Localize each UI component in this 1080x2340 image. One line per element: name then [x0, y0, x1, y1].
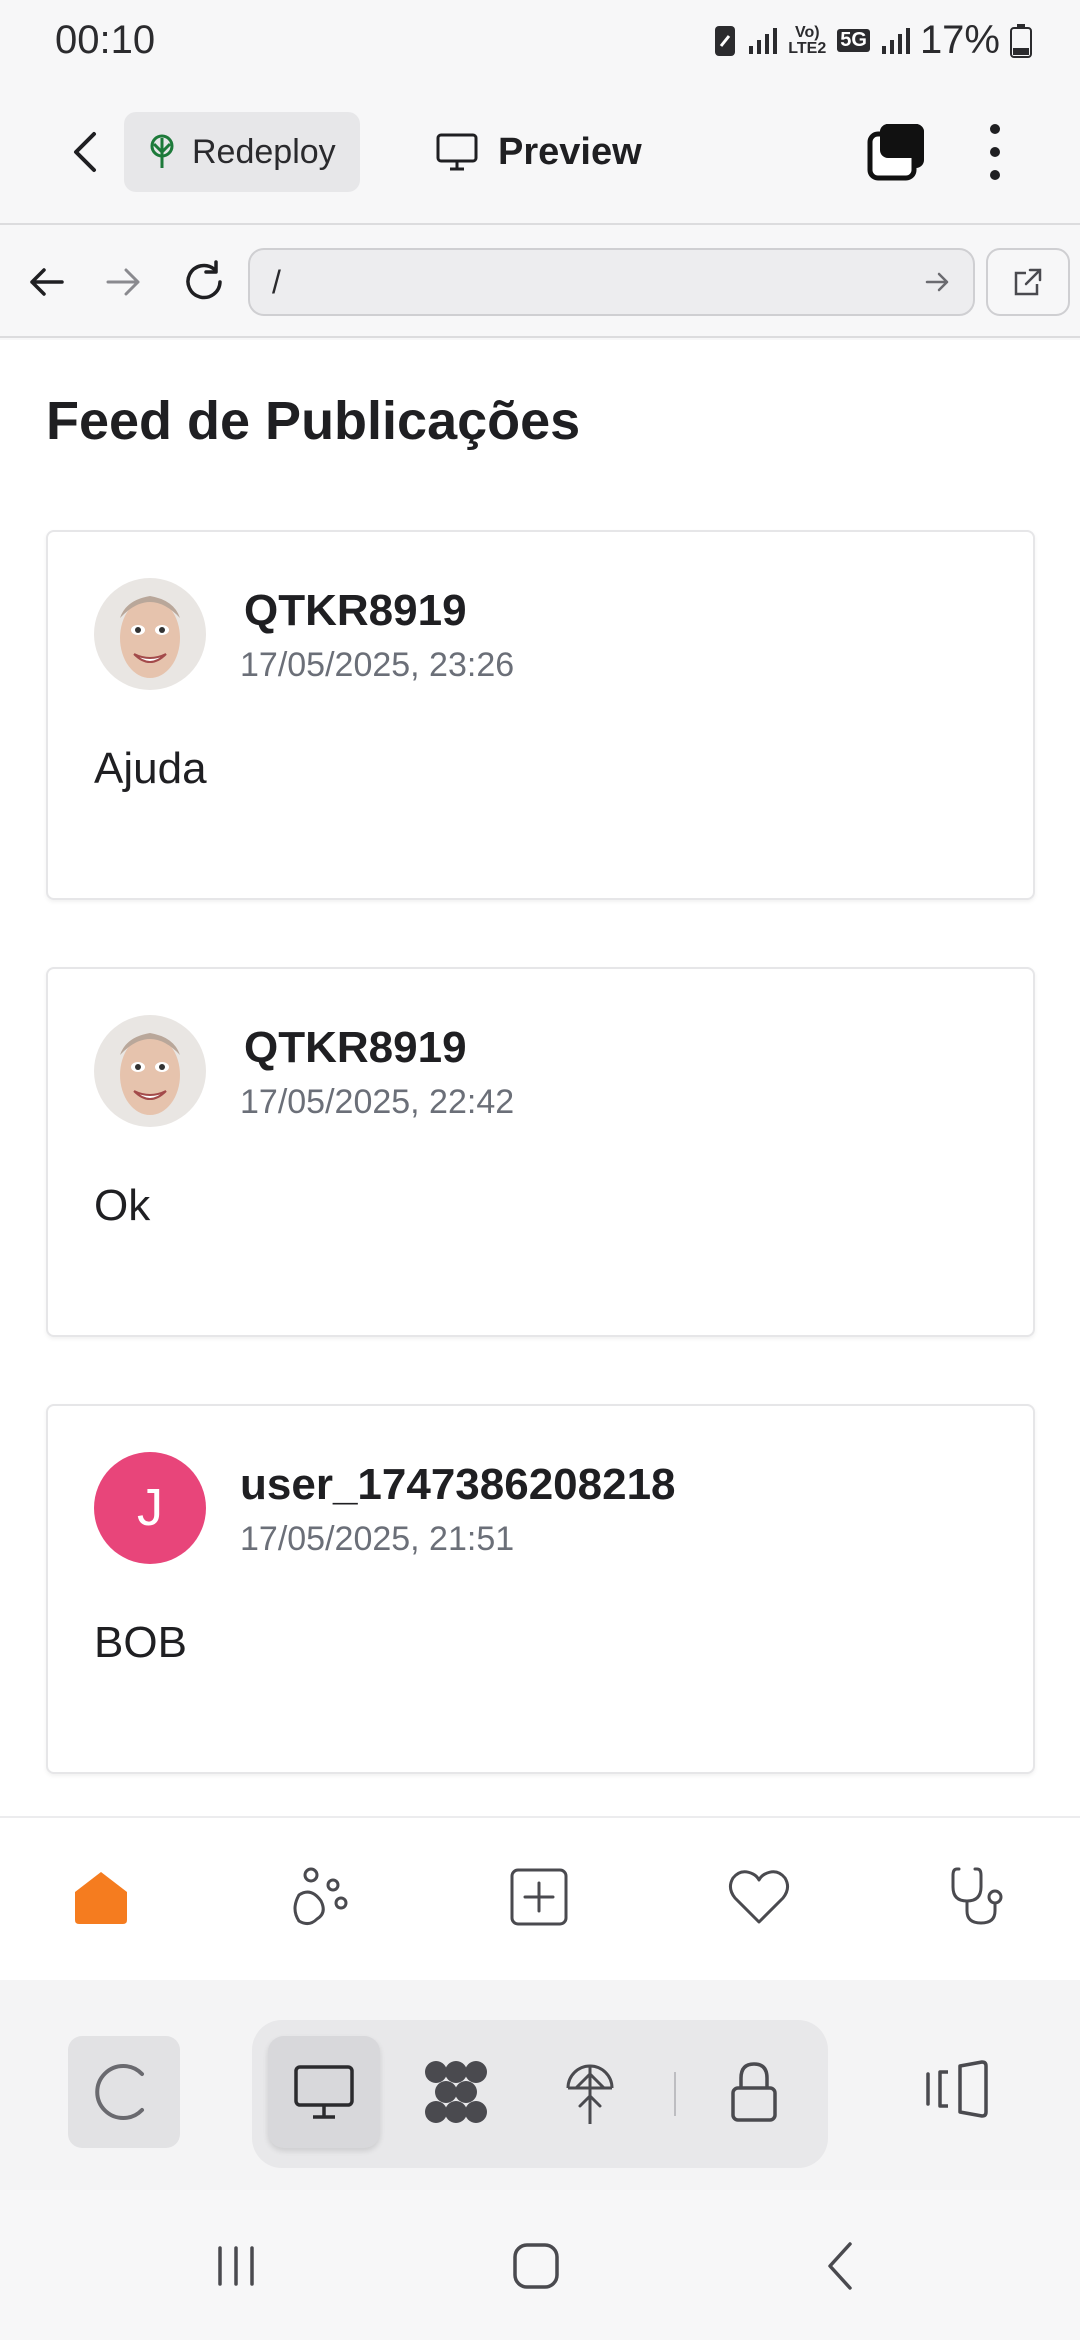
refresh-button[interactable] — [68, 2036, 180, 2148]
user-photo-icon — [94, 578, 206, 690]
browser-bar: / — [0, 226, 1080, 338]
kebab-dot — [990, 124, 1000, 134]
recent-apps-button[interactable] — [196, 2226, 276, 2306]
secrets-button[interactable] — [712, 2050, 796, 2134]
tabs-switcher-button[interactable] — [866, 120, 930, 184]
avatar[interactable]: J — [94, 1452, 206, 1564]
add-post-icon — [510, 1868, 568, 1926]
signal-icon — [749, 27, 778, 54]
kebab-dot — [990, 147, 1000, 157]
redeploy-button[interactable]: Redeploy — [124, 112, 360, 192]
preview-label: Preview — [498, 130, 642, 173]
arrow-right-icon — [106, 268, 140, 296]
external-link-icon — [1014, 268, 1042, 296]
battery-percent: 17% — [919, 18, 1000, 62]
post-username[interactable]: user_1747386208218 — [240, 1460, 676, 1510]
stethoscope-icon — [951, 1867, 1003, 1925]
avatar[interactable] — [94, 578, 206, 690]
deploy-button[interactable] — [548, 2050, 632, 2134]
deploy-tree-icon — [150, 134, 174, 168]
reload-icon — [186, 260, 222, 300]
nav-health[interactable] — [944, 1862, 1014, 1932]
system-back-button[interactable] — [800, 2226, 880, 2306]
tabs-icon — [867, 124, 924, 181]
nav-pets[interactable] — [284, 1862, 354, 1932]
status-bar: 00:10 Vo) LTE2 5G 17% — [0, 0, 1080, 90]
post-body: Ajuda — [94, 744, 207, 793]
home-icon — [75, 1872, 127, 1924]
post-timestamp: 17/05/2025, 23:26 — [240, 646, 515, 684]
toolbar-divider — [674, 2072, 676, 2116]
post-card[interactable]: J user_1747386208218 17/05/2025, 21:51 B… — [46, 1404, 1035, 1774]
home-square-icon — [513, 2243, 559, 2289]
network-label: Vo) LTE2 — [788, 23, 827, 57]
url-text: / — [272, 263, 281, 300]
split-panel-icon — [926, 2060, 988, 2118]
post-card[interactable]: QTKR8919 17/05/2025, 22:42 Ok — [46, 967, 1035, 1337]
system-nav-bar — [0, 2190, 1080, 2340]
nav-favorites[interactable] — [724, 1862, 794, 1932]
preview-tab[interactable]: Preview — [436, 112, 642, 192]
browser-back-button[interactable] — [18, 254, 74, 310]
status-indicators: Vo) LTE2 5G 17% — [713, 18, 1032, 63]
deploy-tree-icon — [566, 2064, 614, 2124]
user-photo-icon — [94, 1015, 206, 1127]
app-bar: Redeploy Preview — [0, 90, 1080, 225]
nav-home[interactable] — [66, 1862, 136, 1932]
post-timestamp: 17/05/2025, 21:51 — [240, 1520, 515, 1558]
bottom-nav — [0, 1816, 1080, 1980]
post-body: BOB — [94, 1618, 187, 1667]
back-chevron-icon — [828, 2242, 852, 2290]
arrow-left-icon — [30, 268, 64, 296]
preview-mode-button[interactable] — [268, 2036, 380, 2148]
view-mode-group — [252, 2020, 828, 2168]
post-username[interactable]: QTKR8919 — [244, 586, 467, 636]
post-timestamp: 17/05/2025, 22:42 — [240, 1083, 515, 1121]
data-saver-icon — [715, 25, 736, 56]
avatar[interactable] — [94, 1015, 206, 1127]
lock-icon — [731, 2062, 777, 2122]
loading-spinner-icon — [95, 2064, 144, 2120]
browser-forward-button[interactable] — [96, 254, 152, 310]
workflow-icon — [425, 2061, 487, 2123]
redeploy-label: Redeploy — [192, 132, 336, 171]
post-username[interactable]: QTKR8919 — [244, 1023, 467, 1073]
monitor-icon — [294, 2065, 354, 2119]
browser-reload-button[interactable] — [176, 254, 232, 310]
workflow-button[interactable] — [414, 2050, 498, 2134]
workspace-toolbar — [0, 1980, 1080, 2195]
more-options-button[interactable] — [975, 120, 1015, 184]
paw-icon — [293, 1867, 348, 1926]
post-body: Ok — [94, 1181, 151, 1230]
open-external-button[interactable] — [986, 248, 1070, 316]
nav-add-post[interactable] — [504, 1862, 574, 1932]
network-5g-label: 5G — [837, 29, 870, 52]
go-arrow-icon[interactable] — [925, 271, 951, 293]
home-system-button[interactable] — [496, 2226, 576, 2306]
post-card[interactable]: QTKR8919 17/05/2025, 23:26 Ajuda — [46, 530, 1035, 900]
url-input[interactable]: / — [248, 248, 975, 316]
recents-icon — [218, 2246, 254, 2286]
monitor-icon — [436, 133, 478, 171]
chevron-left-icon — [74, 132, 96, 172]
panel-toggle-button[interactable] — [920, 2052, 994, 2126]
signal-icon-2 — [881, 27, 910, 54]
status-time: 00:10 — [55, 18, 156, 62]
battery-icon — [1010, 23, 1032, 58]
page-content: Feed de Publicações QTKR8919 17/05/2025,… — [0, 340, 1080, 1816]
back-button[interactable] — [55, 122, 115, 182]
kebab-dot — [990, 170, 1000, 180]
heart-icon — [728, 1870, 790, 1924]
page-title: Feed de Publicações — [46, 391, 581, 451]
